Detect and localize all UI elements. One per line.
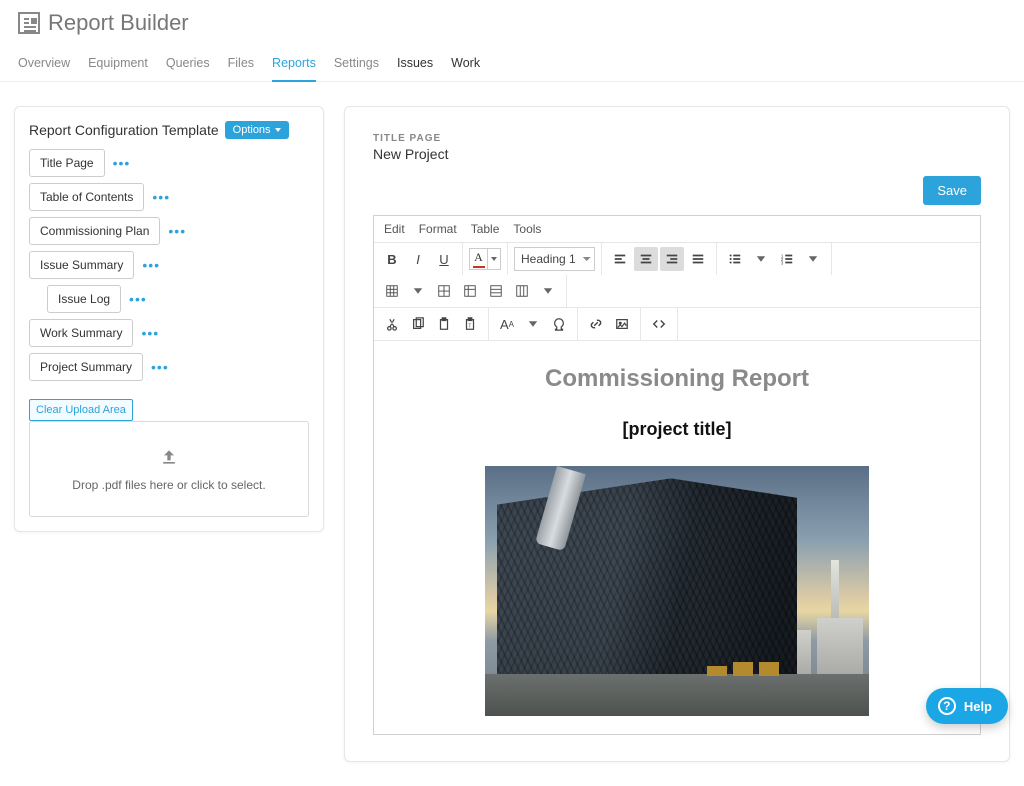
help-label: Help (964, 699, 992, 714)
section-menu-icon[interactable]: ••• (113, 155, 131, 171)
dropzone-text: Drop .pdf files here or click to select. (72, 478, 265, 492)
options-label: Options (233, 124, 271, 136)
table-insert-dropdown[interactable] (406, 279, 430, 303)
paste-text-button[interactable]: T (458, 312, 482, 336)
section-button-issue-summary[interactable]: Issue Summary (29, 251, 134, 279)
section-row: Issue Summary ••• (29, 251, 309, 279)
editor-toolbar-row-1: B I U A Heading 1 (374, 243, 980, 308)
section-label: TITLE PAGE (373, 133, 981, 144)
rich-text-editor: Edit Format Table Tools B I U A Heading 1 (373, 215, 981, 735)
align-right-button[interactable] (660, 247, 684, 271)
caret-down-icon (275, 128, 281, 132)
section-row: Table of Contents ••• (29, 183, 309, 211)
link-button[interactable] (584, 312, 608, 336)
special-char-button[interactable] (547, 312, 571, 336)
tab-queries[interactable]: Queries (166, 56, 210, 81)
table-props-button[interactable] (458, 279, 482, 303)
cut-button[interactable] (380, 312, 404, 336)
table-col-button[interactable] (510, 279, 534, 303)
help-button[interactable]: ? Help (926, 688, 1008, 724)
table-row-button[interactable] (484, 279, 508, 303)
tab-issues[interactable]: Issues (397, 56, 433, 81)
section-menu-icon[interactable]: ••• (141, 325, 159, 341)
tab-overview[interactable]: Overview (18, 56, 70, 81)
tab-equipment[interactable]: Equipment (88, 56, 148, 81)
tab-reports[interactable]: Reports (272, 56, 316, 82)
clear-upload-button[interactable]: Clear Upload Area (29, 399, 133, 421)
table-insert-button[interactable] (380, 279, 404, 303)
save-button[interactable]: Save (923, 176, 981, 205)
section-menu-icon[interactable]: ••• (129, 291, 147, 307)
section-menu-icon[interactable]: ••• (168, 223, 186, 239)
tab-files[interactable]: Files (228, 56, 254, 81)
section-list: Title Page•••Table of Contents•••Commiss… (29, 149, 309, 381)
number-list-button[interactable]: 123 (775, 247, 799, 271)
bullet-list-dropdown[interactable] (749, 247, 773, 271)
align-left-button[interactable] (608, 247, 632, 271)
config-title: Report Configuration Template (29, 122, 219, 138)
editor-toolbar-row-2: T AA (374, 308, 980, 341)
nav-tabs: Overview Equipment Queries Files Reports Sett… (0, 42, 1024, 82)
document-title: Commissioning Report (394, 365, 960, 393)
section-row: Issue Log ••• (47, 285, 309, 313)
underline-button[interactable]: U (432, 247, 456, 271)
help-icon: ? (938, 697, 956, 715)
paste-button[interactable] (432, 312, 456, 336)
page-header: Report Builder (0, 0, 1024, 42)
section-button-title-page[interactable]: Title Page (29, 149, 105, 177)
text-color-button[interactable]: A (469, 248, 501, 270)
heading-select[interactable]: Heading 1 (514, 247, 595, 271)
project-name: New Project (373, 146, 981, 162)
align-justify-button[interactable] (686, 247, 710, 271)
font-size-dropdown[interactable] (521, 312, 545, 336)
section-button-commissioning-plan[interactable]: Commissioning Plan (29, 217, 160, 245)
report-builder-icon (18, 12, 40, 34)
number-list-dropdown[interactable] (801, 247, 825, 271)
pdf-dropzone[interactable]: Drop .pdf files here or click to select. (29, 421, 309, 517)
section-row: Project Summary ••• (29, 353, 309, 381)
font-size-button[interactable]: AA (495, 312, 519, 336)
tab-work[interactable]: Work (451, 56, 480, 81)
section-button-project-summary[interactable]: Project Summary (29, 353, 143, 381)
source-code-button[interactable] (647, 312, 671, 336)
table-col-dropdown[interactable] (536, 279, 560, 303)
menu-table[interactable]: Table (471, 222, 500, 236)
menu-tools[interactable]: Tools (513, 222, 541, 236)
editor-content[interactable]: Commissioning Report [project title] (374, 341, 980, 734)
section-row: Commissioning Plan ••• (29, 217, 309, 245)
menu-edit[interactable]: Edit (384, 222, 405, 236)
page-title: Report Builder (48, 10, 189, 36)
bullet-list-button[interactable] (723, 247, 747, 271)
section-menu-icon[interactable]: ••• (142, 257, 160, 273)
section-row: Title Page ••• (29, 149, 309, 177)
bold-button[interactable]: B (380, 247, 404, 271)
svg-text:T: T (468, 324, 472, 330)
document-image (485, 466, 869, 716)
editor-menubar: Edit Format Table Tools (374, 216, 980, 243)
copy-button[interactable] (406, 312, 430, 336)
section-menu-icon[interactable]: ••• (152, 189, 170, 205)
section-button-table-of-contents[interactable]: Table of Contents (29, 183, 144, 211)
config-panel: Report Configuration Template Options Ti… (14, 106, 324, 532)
section-menu-icon[interactable]: ••• (151, 359, 169, 375)
image-button[interactable] (610, 312, 634, 336)
editor-panel: TITLE PAGE New Project Save Edit Format Ta… (344, 106, 1010, 762)
tab-settings[interactable]: Settings (334, 56, 379, 81)
document-subtitle: [project title] (394, 419, 960, 440)
table-delete-button[interactable] (432, 279, 456, 303)
options-button[interactable]: Options (225, 121, 289, 139)
upload-icon (159, 447, 179, 472)
section-button-work-summary[interactable]: Work Summary (29, 319, 133, 347)
svg-text:3: 3 (781, 260, 784, 265)
section-row: Work Summary ••• (29, 319, 309, 347)
align-center-button[interactable] (634, 247, 658, 271)
section-button-issue-log[interactable]: Issue Log (47, 285, 121, 313)
menu-format[interactable]: Format (419, 222, 457, 236)
italic-button[interactable]: I (406, 247, 430, 271)
